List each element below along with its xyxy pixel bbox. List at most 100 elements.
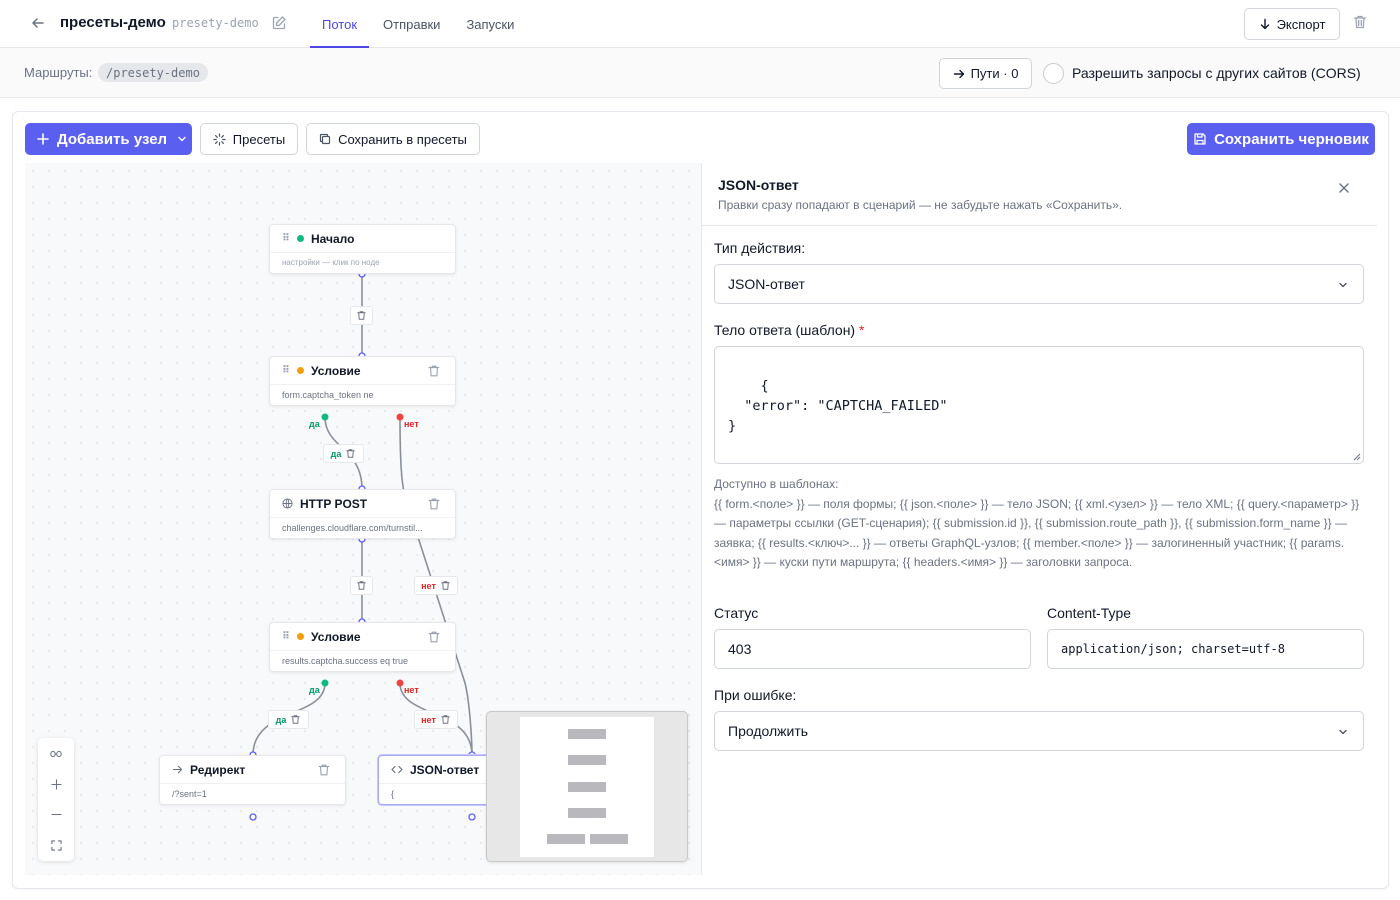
no-branch-label: нет <box>404 419 419 429</box>
node-http-post[interactable]: HTTP POST challenges.cloudflare.com/turn… <box>269 489 456 539</box>
minimap-node <box>568 782 606 792</box>
fit-link-icon[interactable] <box>47 745 65 763</box>
edge-yes-button[interactable]: да <box>323 444 364 463</box>
arrow-down-icon <box>1260 18 1269 30</box>
content-type-value: application/json; charset=utf-8 <box>1061 642 1285 656</box>
node-title: Начало <box>311 231 355 246</box>
back-arrow-icon[interactable] <box>28 13 48 33</box>
routes-label: Маршруты: <box>24 65 93 80</box>
flow-canvas[interactable]: ⠿ Начало настройки — клик по ноде ⠿ Усло… <box>25 163 701 875</box>
tab-runs[interactable]: Запуски <box>454 0 526 48</box>
minimap-node <box>547 834 585 844</box>
cors-checkbox[interactable] <box>1043 63 1064 84</box>
minimap[interactable] <box>486 711 688 862</box>
edit-icon[interactable] <box>271 15 289 33</box>
trash-icon <box>357 581 366 590</box>
chevron-down-icon <box>1339 282 1347 288</box>
action-type-label: Тип действия: <box>714 240 806 256</box>
edge-no-label: нет <box>421 580 436 591</box>
node-redirect[interactable]: Редирект /?sent=1 <box>159 755 346 805</box>
on-error-select[interactable]: Продолжить <box>714 711 1364 751</box>
save-draft-button[interactable]: Сохранить черновик <box>1187 123 1375 155</box>
node-subtitle: form.captcha_token ne <box>282 390 374 400</box>
body-label-text: Тело ответа (шаблон) <box>714 322 856 338</box>
minimap-node <box>590 834 628 844</box>
tab-submissions[interactable]: Отправки <box>371 0 452 48</box>
node-condition-2[interactable]: ⠿ Условие results.captcha.success eq tru… <box>269 622 456 672</box>
save-to-presets-label: Сохранить в пресеты <box>338 131 467 147</box>
trash-icon <box>357 311 366 320</box>
trash-icon[interactable] <box>317 763 331 777</box>
edge-delete-button[interactable] <box>350 306 373 325</box>
minimap-viewport <box>520 717 654 857</box>
node-subtitle: challenges.cloudflare.com/turnstil... <box>282 523 423 533</box>
edge-yes-button[interactable]: да <box>268 710 309 729</box>
divider <box>702 225 1377 226</box>
panel-subtitle: Правки сразу попадают в сценарий — не за… <box>718 198 1123 212</box>
node-start[interactable]: ⠿ Начало настройки — клик по ноде <box>269 224 456 274</box>
yes-handle <box>321 679 329 687</box>
export-button[interactable]: Экспорт <box>1244 8 1340 40</box>
help-title: Доступно в шаблонах: <box>714 477 839 491</box>
edge-yes-label: да <box>275 714 287 725</box>
trash-icon <box>441 581 450 590</box>
zoom-in-icon[interactable] <box>47 775 65 793</box>
resize-handle-icon[interactable] <box>1353 453 1361 461</box>
presets-button[interactable]: Пресеты <box>200 123 298 155</box>
save-to-presets-button[interactable]: Сохранить в пресеты <box>306 123 480 155</box>
delete-trash-icon[interactable] <box>1352 14 1372 34</box>
drag-handle-icon[interactable]: ⠿ <box>282 631 290 642</box>
presets-label: Пресеты <box>232 131 286 147</box>
trash-icon[interactable] <box>427 364 441 378</box>
node-title: JSON-ответ <box>410 762 480 777</box>
app-slug: presety-demo <box>172 16 259 30</box>
trash-icon <box>346 449 356 458</box>
drag-handle-icon[interactable]: ⠿ <box>282 233 290 244</box>
trash-icon[interactable] <box>427 497 441 511</box>
node-condition-1[interactable]: ⠿ Условие form.captcha_token ne <box>269 356 456 406</box>
plus-icon <box>37 133 49 145</box>
status-label: Статус <box>714 605 759 621</box>
content-type-label: Content-Type <box>1047 605 1132 621</box>
edge-no-button[interactable]: нет <box>414 710 458 729</box>
yes-handle <box>321 413 329 421</box>
add-node-button[interactable]: Добавить узел <box>25 123 192 155</box>
close-icon[interactable] <box>1337 181 1353 197</box>
top-bar: пресеты-демо presety-demo Поток Отправки… <box>0 0 1400 48</box>
zoom-out-icon[interactable] <box>47 805 65 823</box>
status-input[interactable]: 403 <box>714 629 1031 669</box>
on-error-label: При ошибке: <box>714 687 797 703</box>
handle <box>249 813 257 821</box>
action-type-select[interactable]: JSON-ответ <box>714 264 1364 304</box>
tab-flow[interactable]: Поток <box>310 0 370 48</box>
status-dot <box>297 367 304 374</box>
body-template-textarea[interactable]: { "error": "CAPTCHA_FAILED" } <box>714 346 1364 464</box>
content-type-input[interactable]: application/json; charset=utf-8 <box>1047 629 1364 669</box>
trash-icon[interactable] <box>427 630 441 644</box>
paths-button[interactable]: Пути · 0 <box>939 58 1032 89</box>
edge-yes-label: да <box>330 448 342 459</box>
node-settings-panel: JSON-ответ Правки сразу попадают в сцена… <box>701 163 1377 875</box>
export-label: Экспорт <box>1276 16 1326 32</box>
edge-delete-button[interactable] <box>350 576 373 595</box>
status-dot <box>297 235 304 242</box>
drag-handle-icon[interactable]: ⠿ <box>282 365 290 376</box>
status-value: 403 <box>728 641 752 657</box>
chevron-down-icon <box>1339 729 1347 735</box>
body-template-value: { "error": "CAPTCHA_FAILED" } <box>728 378 948 434</box>
edge-no-button[interactable]: нет <box>414 576 458 595</box>
edge-no-label: нет <box>421 714 436 725</box>
trash-icon <box>291 715 301 724</box>
node-title: Редирект <box>190 762 246 777</box>
loader-icon <box>213 132 226 146</box>
app-title: пресеты-демо <box>60 14 166 31</box>
help-text: {{ form.<поле> }} — поля формы; {{ json.… <box>714 496 1360 570</box>
add-node-label: Добавить узел <box>57 130 168 148</box>
arrow-right-icon <box>172 765 183 774</box>
cors-label: Разрешить запросы с других сайтов (CORS) <box>1072 65 1361 81</box>
node-subtitle: /?sent=1 <box>172 789 207 799</box>
yes-branch-label: да <box>309 419 320 429</box>
fullscreen-icon[interactable] <box>47 836 65 854</box>
node-title: Условие <box>311 363 361 378</box>
template-help: Доступно в шаблонах: {{ form.<поле> }} —… <box>714 475 1364 573</box>
